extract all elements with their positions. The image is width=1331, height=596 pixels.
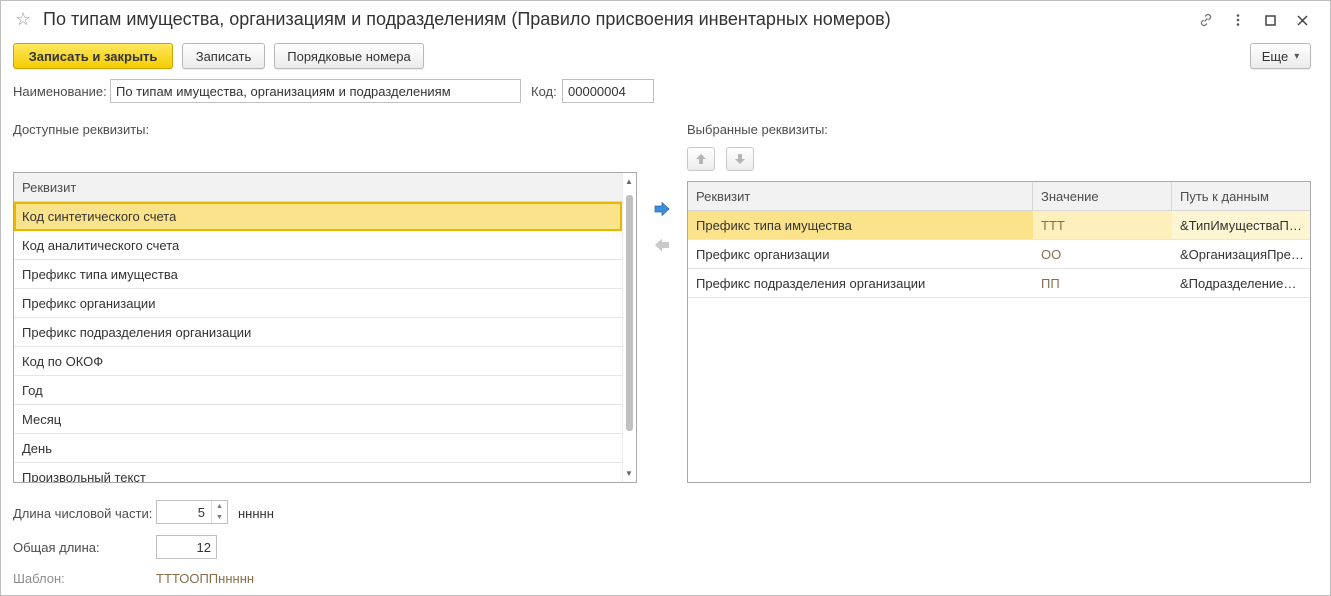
template-value: ТТТООППннннн bbox=[156, 571, 255, 586]
cell-value[interactable]: ТТТ bbox=[1033, 211, 1172, 239]
table-row[interactable]: Код синтетического счета bbox=[14, 202, 622, 231]
table-row[interactable]: Префикс подразделения организации bbox=[14, 318, 622, 347]
stepper-up-icon[interactable]: ▲ bbox=[216, 503, 223, 510]
table-row[interactable]: Префикс типа имущества ТТТ &ТипИмущества… bbox=[688, 211, 1310, 240]
column-header-path[interactable]: Путь к данным bbox=[1172, 182, 1310, 210]
template-label: Шаблон: bbox=[13, 571, 65, 586]
cell-attribute: Префикс подразделения организации bbox=[696, 275, 926, 291]
window-controls bbox=[1190, 9, 1318, 31]
row-label: Префикс типа имущества bbox=[22, 266, 178, 282]
cell-path: &ТипИмуществаП… bbox=[1180, 217, 1302, 233]
row-label: Код аналитического счета bbox=[22, 237, 180, 253]
table-row[interactable]: Произвольный текст bbox=[14, 463, 622, 483]
available-rows: Код синтетического счета Код аналитическ… bbox=[14, 202, 636, 483]
link-icon[interactable] bbox=[1190, 9, 1222, 31]
arrow-right-icon bbox=[654, 202, 670, 216]
column-header-value[interactable]: Значение bbox=[1033, 182, 1172, 210]
row-label: Префикс организации bbox=[22, 295, 156, 311]
star-icon[interactable]: ☆ bbox=[15, 10, 31, 28]
table-row[interactable]: Год bbox=[14, 376, 622, 405]
remove-attribute-button[interactable] bbox=[648, 233, 676, 257]
chevron-down-icon: ▾ bbox=[1294, 50, 1300, 62]
window-title: По типам имущества, организациям и подра… bbox=[43, 9, 891, 29]
table-row[interactable]: Код аналитического счета bbox=[14, 231, 622, 260]
scroll-down-icon[interactable]: ▼ bbox=[625, 469, 633, 478]
cell-attribute: Префикс организации bbox=[696, 246, 830, 262]
row-label: Месяц bbox=[22, 411, 62, 427]
scrollbar-thumb[interactable] bbox=[626, 195, 633, 431]
row-label: Префикс подразделения организации bbox=[22, 324, 252, 340]
cell-path: &Подразделение… bbox=[1180, 275, 1297, 291]
cell-attribute: Префикс типа имущества bbox=[688, 211, 1033, 239]
move-down-button[interactable] bbox=[726, 147, 754, 171]
available-caption: Доступные реквизиты: bbox=[13, 122, 150, 137]
more-label: Еще bbox=[1261, 48, 1289, 64]
code-label: Код: bbox=[531, 84, 557, 99]
table-header: Реквизит bbox=[14, 173, 636, 202]
more-vertical-icon[interactable] bbox=[1222, 9, 1254, 31]
row-label: Произвольный текст bbox=[22, 469, 146, 483]
selected-attributes-table[interactable]: Реквизит Значение Путь к данным Префикс … bbox=[687, 181, 1311, 483]
available-attributes-table[interactable]: Реквизит Код синтетического счета Код ан… bbox=[13, 172, 637, 483]
row-label: День bbox=[22, 440, 52, 456]
save-and-close-button[interactable]: Записать и закрыть bbox=[13, 43, 173, 69]
stepper-down-icon[interactable]: ▼ bbox=[216, 514, 223, 521]
move-up-button[interactable] bbox=[687, 147, 715, 171]
more-button[interactable]: Еще ▾ bbox=[1250, 43, 1311, 69]
numeric-mask: ннннн bbox=[238, 506, 274, 521]
table-row[interactable]: Префикс типа имущества bbox=[14, 260, 622, 289]
total-length-label: Общая длина: bbox=[13, 540, 100, 555]
title-bar: ☆ По типам имущества, организациям и под… bbox=[1, 1, 1330, 39]
scroll-up-icon[interactable]: ▲ bbox=[625, 177, 633, 186]
numeric-length-label: Длина числовой части: bbox=[13, 506, 153, 521]
row-label: Код синтетического счета bbox=[22, 208, 177, 224]
arrow-up-icon bbox=[696, 154, 706, 164]
name-label: Наименование: bbox=[13, 84, 107, 99]
code-field[interactable]: 00000004 bbox=[562, 79, 654, 103]
arrow-down-icon bbox=[735, 154, 745, 164]
table-header: Реквизит Значение Путь к данным bbox=[688, 182, 1310, 211]
table-row[interactable]: Код по ОКОФ bbox=[14, 347, 622, 376]
maximize-icon[interactable] bbox=[1254, 9, 1286, 31]
table-row[interactable]: Месяц bbox=[14, 405, 622, 434]
add-attribute-button[interactable] bbox=[648, 197, 676, 221]
arrow-left-icon bbox=[655, 238, 669, 252]
form-window: ☆ По типам имущества, организациям и под… bbox=[0, 0, 1331, 596]
selected-caption: Выбранные реквизиты: bbox=[687, 122, 828, 137]
row-label: Год bbox=[22, 382, 43, 398]
ordinal-numbers-button[interactable]: Порядковые номера bbox=[274, 43, 424, 69]
cell-value[interactable]: ОО bbox=[1033, 240, 1172, 268]
close-icon[interactable] bbox=[1286, 9, 1318, 31]
row-label: Код по ОКОФ bbox=[22, 353, 104, 369]
cell-value[interactable]: ПП bbox=[1033, 269, 1172, 297]
total-length-field[interactable]: 12 bbox=[156, 535, 217, 559]
table-row[interactable]: День bbox=[14, 434, 622, 463]
column-header-attribute[interactable]: Реквизит bbox=[14, 173, 76, 201]
cell-path: &ОрганизацияПре… bbox=[1180, 246, 1304, 262]
save-button[interactable]: Записать bbox=[182, 43, 265, 69]
vertical-scrollbar[interactable]: ▲ ▼ bbox=[622, 173, 636, 482]
table-row[interactable]: Префикс организации ОО &ОрганизацияПре… bbox=[688, 240, 1310, 269]
name-field[interactable]: По типам имущества, организациям и подра… bbox=[110, 79, 521, 103]
column-header-attribute[interactable]: Реквизит bbox=[688, 182, 1033, 210]
table-row[interactable]: Префикс подразделения организации ПП &По… bbox=[688, 269, 1310, 298]
table-row[interactable]: Префикс организации bbox=[14, 289, 622, 318]
numeric-length-stepper[interactable]: ▲ ▼ bbox=[211, 501, 227, 523]
